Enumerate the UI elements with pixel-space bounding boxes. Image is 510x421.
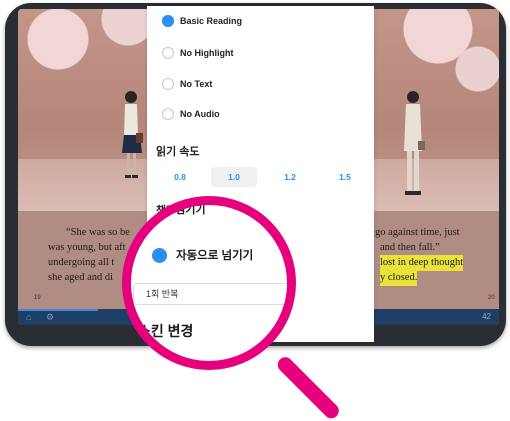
text-line-3-highlight[interactable]: lost in deep thought xyxy=(380,255,464,271)
mode-option-label: No Text xyxy=(180,79,213,89)
radio-icon[interactable] xyxy=(162,47,174,59)
mode-option-no-text[interactable]: No Text xyxy=(162,76,212,92)
page-number-right: 20 xyxy=(488,295,495,301)
skin-change-title: 스킨 변경 xyxy=(138,323,194,339)
text-line-2-right: and then fall.” xyxy=(380,242,440,253)
text-line-1-right: go against time, just xyxy=(375,227,460,238)
settings-icon[interactable]: ⚙ xyxy=(46,312,54,323)
magnifier-lens: 책장 넘기기 자동으로 넘기기 1회 반복 ⌄ 스킨 변경 xyxy=(122,196,296,370)
magnifier-handle xyxy=(274,354,342,421)
radio-selected-icon[interactable] xyxy=(152,247,167,263)
repeat-select-value: 1회 반복 xyxy=(146,289,179,299)
radio-selected-icon[interactable] xyxy=(162,15,174,27)
mode-option-label: No Highlight xyxy=(180,48,234,58)
mode-option-label: No Audio xyxy=(180,109,220,119)
speed-option-1-0[interactable]: 1.0 xyxy=(211,167,257,187)
repeat-select[interactable]: 1회 반복 ⌄ xyxy=(133,283,287,305)
radio-icon[interactable] xyxy=(162,78,174,90)
text-line-3-left: undergoing all t xyxy=(48,257,115,268)
auto-turn-label: 자동으로 넘기기 xyxy=(176,250,254,262)
auto-turn-option[interactable]: 자동으로 넘기기 xyxy=(152,247,253,263)
magnified-content: 책장 넘기기 자동으로 넘기기 1회 반복 ⌄ 스킨 변경 xyxy=(131,205,287,361)
text-line-1-left: “She was so be xyxy=(66,227,130,238)
mode-option-label: Basic Reading xyxy=(180,16,243,26)
mode-option-no-audio[interactable]: No Audio xyxy=(162,106,220,122)
text-line-4-left: she aged and di xyxy=(48,272,114,283)
text-line-4-highlight[interactable]: y closed. xyxy=(380,270,418,286)
speed-option-1-2[interactable]: 1.2 xyxy=(267,167,313,187)
text-line-2-left: was young, but aft xyxy=(48,242,126,253)
woman-figure-image xyxy=(122,91,143,178)
home-icon[interactable]: ⌂ xyxy=(26,312,31,322)
speed-option-0-8[interactable]: 0.8 xyxy=(157,167,203,187)
page-number-left: 19 xyxy=(34,295,41,301)
page-counter: 42 xyxy=(482,312,491,321)
mode-option-no-highlight[interactable]: No Highlight xyxy=(162,45,234,61)
man-figure-image xyxy=(404,91,425,195)
reading-speed-title: 읽기 속도 xyxy=(156,146,200,158)
reading-progress-bar xyxy=(18,309,98,311)
mode-option-basic-reading[interactable]: Basic Reading xyxy=(162,13,242,29)
speed-option-1-5[interactable]: 1.5 xyxy=(322,167,368,187)
radio-icon[interactable] xyxy=(162,108,174,120)
